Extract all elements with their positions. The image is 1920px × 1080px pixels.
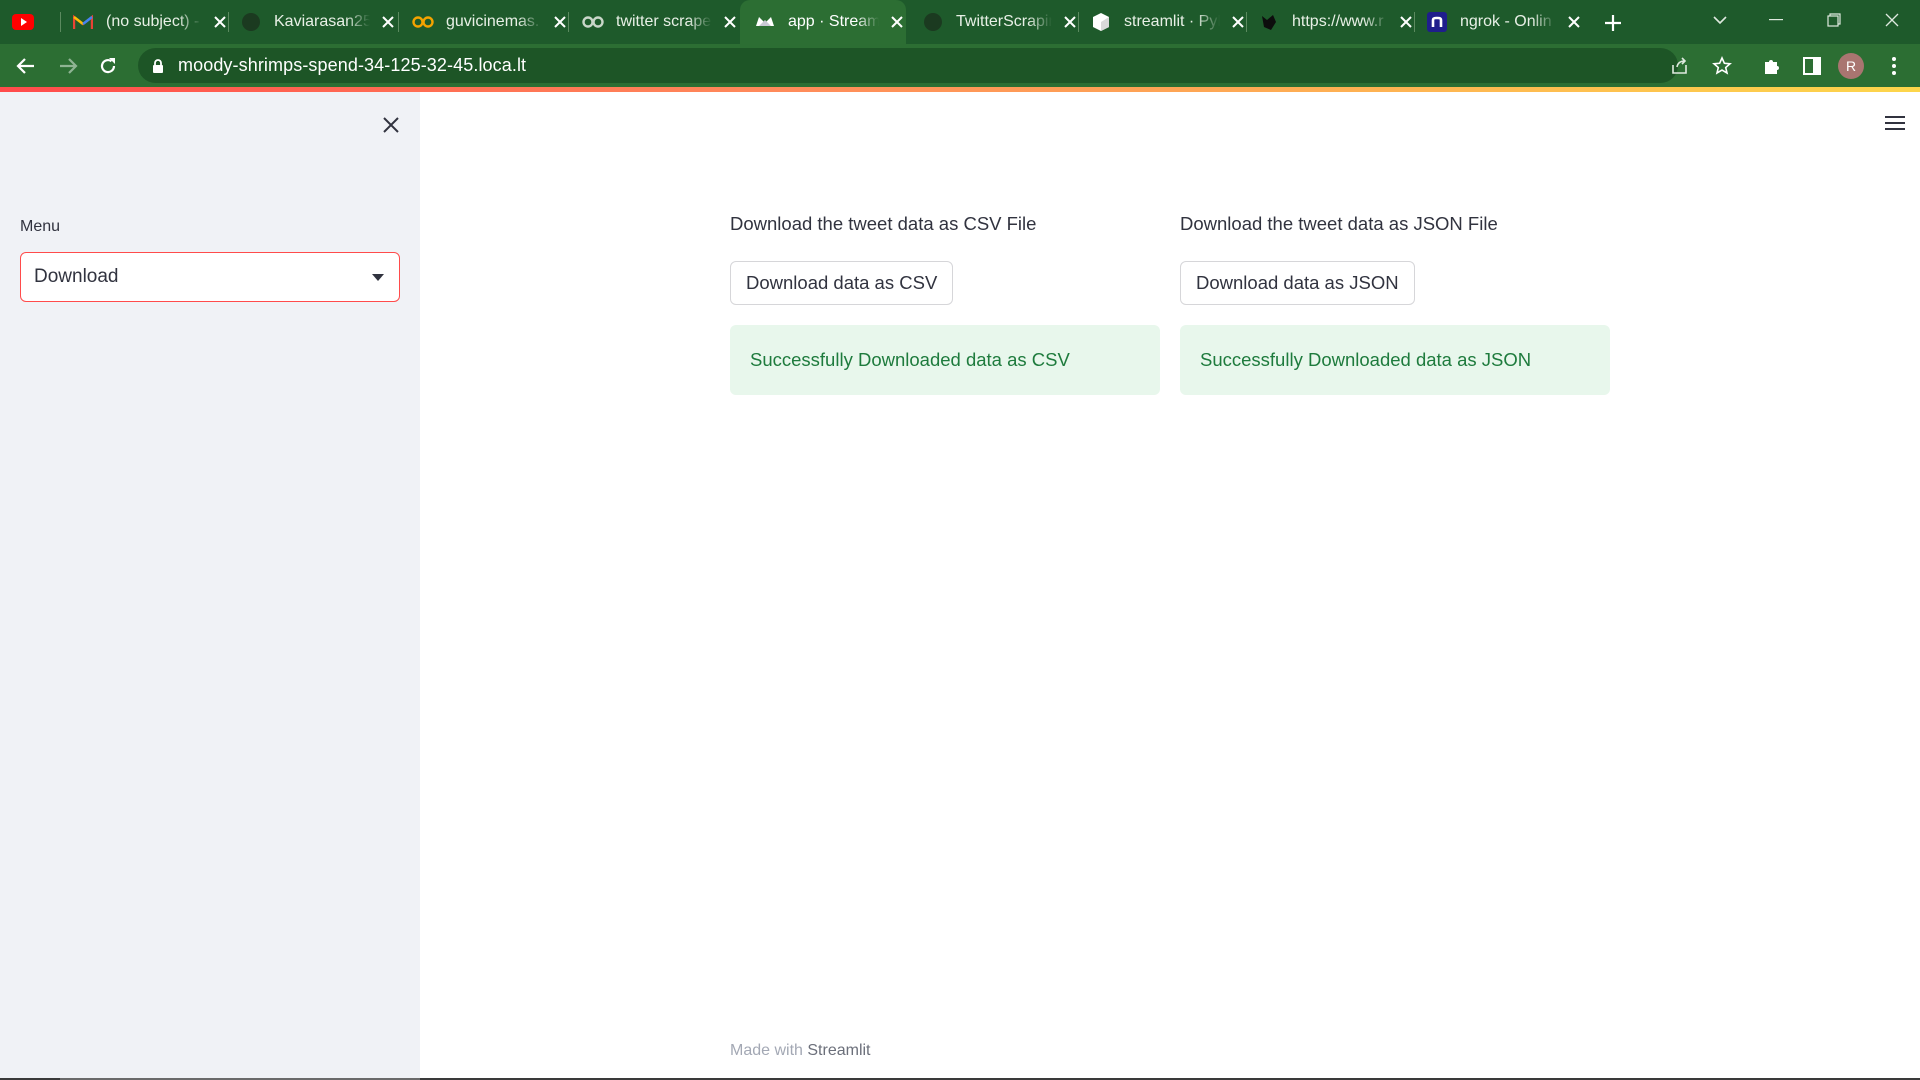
- gmail-icon: [72, 11, 94, 33]
- side-panel-button[interactable]: [1796, 50, 1828, 82]
- close-icon: [1885, 13, 1899, 27]
- minimize-icon: [1769, 19, 1783, 21]
- tab-title: TwitterScrapin: [956, 13, 1052, 30]
- browser-tab[interactable]: [12, 0, 34, 44]
- sidebar-close-button[interactable]: [376, 110, 406, 140]
- github-icon: [240, 11, 262, 33]
- back-button[interactable]: [10, 50, 42, 82]
- side-panel-icon: [1803, 57, 1821, 75]
- close-icon[interactable]: [1564, 12, 1584, 32]
- new-tab-button[interactable]: [1598, 8, 1628, 38]
- chevron-down-icon: [1713, 16, 1727, 25]
- browser-tab[interactable]: https://www.r: [1258, 0, 1416, 44]
- footer-prefix: Made with: [730, 1042, 808, 1059]
- github-icon: [922, 11, 944, 33]
- pypi-cube-icon: [1090, 11, 1112, 33]
- lock-icon[interactable]: [150, 58, 166, 74]
- share-icon[interactable]: [1668, 54, 1692, 78]
- browser-tab[interactable]: ngrok - Onlin: [1426, 0, 1584, 44]
- streamlit-link[interactable]: Streamlit: [807, 1042, 870, 1059]
- infinity-icon: [582, 11, 604, 33]
- menu-label: Menu: [20, 218, 61, 235]
- close-icon[interactable]: [1060, 12, 1080, 32]
- browser-tab[interactable]: streamlit · PyP: [1090, 0, 1248, 44]
- menu-select[interactable]: Download: [20, 252, 400, 302]
- browser-tab[interactable]: TwitterScrapin: [922, 0, 1080, 44]
- close-icon: [383, 117, 399, 133]
- caret-down-icon: [372, 274, 384, 281]
- star-icon: [1712, 56, 1732, 75]
- address-bar[interactable]: moody-shrimps-spend-34-125-32-45.loca.lt: [138, 48, 1687, 83]
- tab-separator: [1414, 12, 1415, 32]
- tab-separator: [1246, 12, 1247, 32]
- csv-success-alert: Successfully Downloaded data as CSV: [730, 325, 1160, 395]
- close-icon[interactable]: [550, 12, 570, 32]
- tab-search-button[interactable]: [1692, 0, 1748, 40]
- tab-separator: [398, 12, 399, 32]
- close-icon[interactable]: [1228, 12, 1248, 32]
- close-icon[interactable]: [720, 12, 740, 32]
- csv-heading: Download the tweet data as CSV File: [730, 213, 1037, 234]
- bookmark-button[interactable]: [1706, 50, 1738, 82]
- plus-icon: [1605, 15, 1621, 31]
- json-success-alert: Successfully Downloaded data as JSON: [1180, 325, 1610, 395]
- browser-tab-strip: (no subject) - Kaviarasan25 guvicinemas.…: [0, 0, 1920, 44]
- youtube-icon: [12, 11, 34, 33]
- main-content: Download the tweet data as CSV File Down…: [420, 92, 1920, 1080]
- app-menu-button[interactable]: [1880, 108, 1910, 138]
- browser-tab[interactable]: Kaviarasan25: [240, 0, 398, 44]
- tab-separator: [1078, 12, 1079, 32]
- tab-separator: [568, 12, 569, 32]
- menu-select-value: Download: [34, 266, 119, 287]
- cat-icon: [1258, 11, 1280, 33]
- tab-title: guvicinemas.: [446, 13, 540, 30]
- puzzle-icon: [1765, 60, 1779, 74]
- close-icon[interactable]: [1396, 12, 1416, 32]
- tab-title: (no subject) -: [106, 13, 200, 30]
- browser-tab[interactable]: (no subject) -: [72, 0, 230, 44]
- extensions-button[interactable]: [1756, 50, 1788, 82]
- download-csv-button[interactable]: Download data as CSV: [730, 261, 954, 305]
- streamlit-icon: [754, 11, 776, 33]
- profile-avatar[interactable]: R: [1838, 53, 1864, 79]
- tab-title: streamlit · PyP: [1124, 13, 1220, 30]
- restore-icon: [1827, 13, 1841, 27]
- minimize-button[interactable]: [1748, 0, 1804, 40]
- arrow-right-icon: [60, 58, 78, 74]
- url-text[interactable]: moody-shrimps-spend-34-125-32-45.loca.lt: [178, 48, 526, 83]
- close-window-button[interactable]: [1864, 0, 1920, 40]
- sidebar: Menu Download: [0, 92, 420, 1080]
- tab-title: twitter scrape: [616, 13, 712, 30]
- arrow-left-icon: [16, 58, 34, 74]
- close-icon[interactable]: [887, 12, 906, 32]
- ngrok-icon: [1426, 11, 1448, 33]
- close-icon[interactable]: [378, 12, 398, 32]
- restore-button[interactable]: [1806, 0, 1862, 40]
- tab-title: https://www.r: [1292, 13, 1384, 30]
- download-json-button[interactable]: Download data as JSON: [1180, 261, 1415, 305]
- reload-button[interactable]: [92, 50, 124, 82]
- forward-button[interactable]: [52, 50, 84, 82]
- tab-title: Kaviarasan25: [274, 13, 370, 30]
- close-icon[interactable]: [210, 12, 230, 32]
- browser-tab[interactable]: twitter scrape: [582, 0, 740, 44]
- footer: Made with Streamlit: [730, 1042, 871, 1060]
- tab-title: ngrok - Onlin: [1460, 13, 1552, 30]
- csv-download-column: Download the tweet data as CSV File Down…: [730, 212, 1160, 395]
- json-heading: Download the tweet data as JSON File: [1180, 213, 1498, 234]
- browser-menu-button[interactable]: [1878, 50, 1910, 82]
- infinity-icon: [412, 11, 434, 33]
- browser-tab[interactable]: guvicinemas.: [412, 0, 570, 44]
- kebab-menu-icon: [1892, 57, 1896, 75]
- tab-separator: [60, 12, 61, 32]
- hamburger-icon: [1885, 116, 1905, 130]
- reload-icon: [100, 58, 116, 74]
- tab-separator: [228, 12, 229, 32]
- browser-tab-active[interactable]: app · Streaml: [740, 0, 906, 44]
- json-download-column: Download the tweet data as JSON File Dow…: [1180, 212, 1610, 395]
- browser-toolbar: moody-shrimps-spend-34-125-32-45.loca.lt…: [0, 44, 1920, 87]
- tab-title: app · Streaml: [788, 13, 880, 30]
